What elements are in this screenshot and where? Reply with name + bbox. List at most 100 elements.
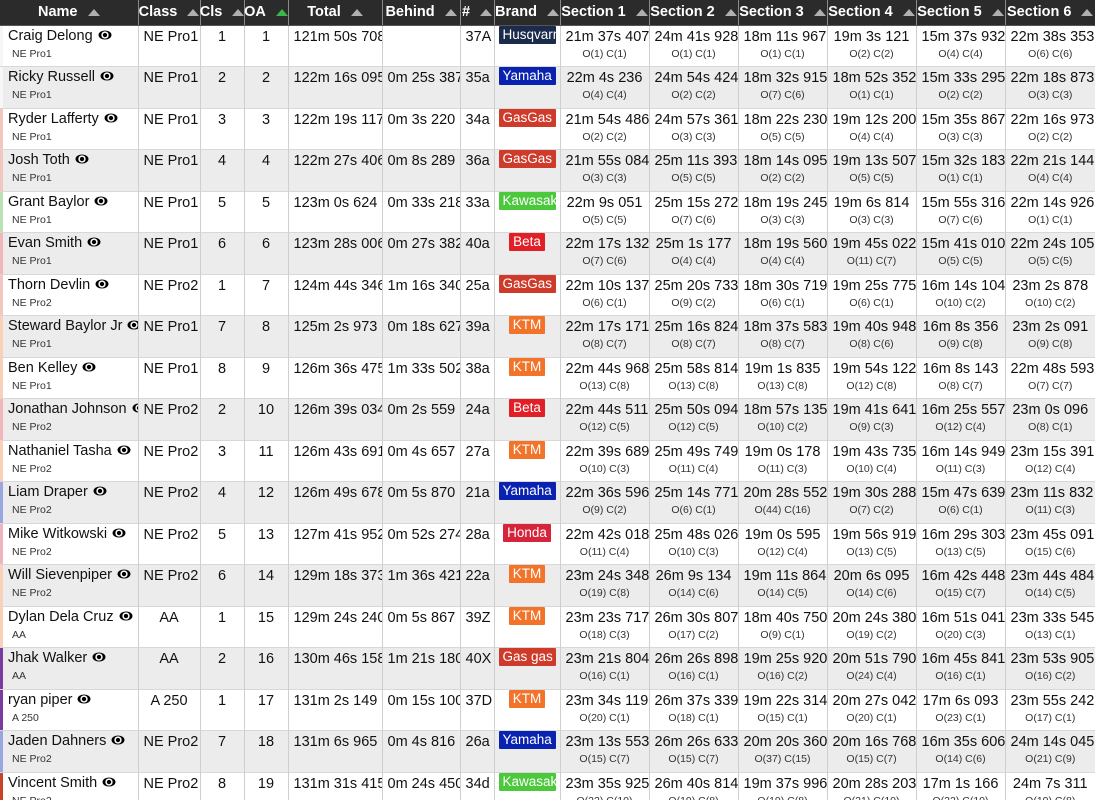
total-spacer (288, 628, 383, 648)
eye-icon[interactable] (77, 692, 91, 710)
column-header-behind[interactable]: Behind (382, 0, 461, 26)
sort-ascending-icon[interactable] (546, 8, 559, 16)
rider-name-cell: Grant Baylor (0, 190, 139, 214)
class-spacer (138, 670, 201, 689)
eye-icon[interactable] (92, 650, 106, 668)
table-row[interactable]: Jaden Dahners NE Pro2 7 18 131m 6s 965 0m 4s … (0, 730, 1095, 753)
section-6-time-cell: 22m 38s 353 (1005, 24, 1095, 48)
table-row[interactable]: Ricky Russell NE Pro1 2 2 122m 16s 095 0m 25s… (0, 66, 1095, 89)
sort-ascending-icon[interactable] (350, 8, 363, 16)
eye-icon[interactable] (117, 567, 131, 585)
table-row[interactable]: Ryder Lafferty NE Pro1 3 3 122m 19s 117 0m 3s… (0, 107, 1095, 131)
column-header-sec5[interactable]: Section 5 (916, 0, 1006, 26)
table-row[interactable]: Mike Witkowski NE Pro2 5 13 127m 41s 952 0m 5… (0, 522, 1095, 546)
number-spacer (460, 545, 495, 565)
column-header-sec1[interactable]: Section 1 (560, 0, 650, 26)
column-header-cls[interactable]: Cls (200, 0, 245, 26)
table-row[interactable]: Ben Kelley NE Pro1 8 9 126m 36s 475 1m 33s 50… (0, 356, 1095, 380)
column-header-sec2[interactable]: Section 2 (649, 0, 739, 26)
overall-position-cell: 17 (244, 688, 289, 712)
brand-cell: Gas gas (494, 647, 561, 670)
brand-badge: Yamaha (498, 731, 556, 749)
rider-name: Josh Toth (8, 152, 70, 168)
cls-spacer (200, 89, 245, 108)
eye-icon[interactable] (112, 526, 126, 544)
section-2-position-cell: O(4) C(4) (649, 255, 739, 274)
table-row[interactable]: Evan Smith NE Pro1 6 6 123m 28s 006 0m 27s 38… (0, 232, 1095, 255)
sort-ascending-icon[interactable] (991, 8, 1004, 16)
rider-class-cell: NE Pro1 (138, 315, 201, 338)
table-row[interactable]: Dylan Dela Cruz AA 1 15 129m 24s 240 0m 5s 86… (0, 605, 1095, 629)
column-header-oa[interactable]: OA (244, 0, 289, 26)
section-4-time-cell: 19m 6s 814 (827, 190, 917, 214)
column-header-total[interactable]: Total (288, 0, 383, 26)
section-3-time-cell: 20m 20s 360 (738, 730, 828, 753)
sort-ascending-icon[interactable] (902, 8, 915, 16)
table-row[interactable]: Thorn Devlin NE Pro2 1 7 124m 44s 346 1m 16s … (0, 273, 1095, 297)
table-row[interactable]: Grant Baylor NE Pro1 5 5 123m 0s 624 0m 33s 2… (0, 190, 1095, 214)
rider-name: Will Sievenpiper (8, 567, 112, 583)
eye-icon[interactable] (132, 401, 137, 419)
column-header-sec3[interactable]: Section 3 (738, 0, 828, 26)
table-row[interactable]: Vincent Smith NE Pro2 8 19 131m 31s 415 0m 24… (0, 771, 1095, 795)
table-row[interactable]: Jonathan Johnson NE Pro2 2 10 126m 39s 034 0m… (0, 398, 1095, 421)
eye-icon[interactable] (102, 775, 116, 793)
column-header-label: Section 4 (828, 4, 893, 21)
eye-icon[interactable] (127, 318, 137, 336)
sort-ascending-icon[interactable] (635, 8, 648, 16)
column-header-brand[interactable]: Brand (494, 0, 561, 26)
sort-ascending-icon[interactable] (724, 8, 737, 16)
eye-icon[interactable] (75, 152, 89, 170)
column-header-class[interactable]: Class (138, 0, 201, 26)
eye-icon[interactable] (94, 194, 108, 212)
total-time-cell: 124m 44s 346 (288, 273, 383, 297)
eye-icon[interactable] (98, 28, 112, 46)
table-row[interactable]: Steward Baylor Jr NE Pro1 7 8 125m 2s 973 0m … (0, 315, 1095, 338)
section-5-position-cell: O(13) C(5) (916, 545, 1006, 565)
column-header-sec4[interactable]: Section 4 (827, 0, 917, 26)
table-row[interactable]: Liam Draper NE Pro2 4 12 126m 49s 678 0m 5s 8… (0, 481, 1095, 504)
oa-spacer (244, 338, 289, 357)
section-5-time-cell: 16m 8s 143 (916, 356, 1006, 380)
section-1-position-cell: O(10) C(3) (560, 462, 650, 482)
sort-ascending-icon[interactable] (275, 8, 288, 16)
rider-name: Liam Draper (8, 484, 88, 500)
sort-ascending-icon[interactable] (187, 8, 200, 16)
eye-icon[interactable] (111, 733, 125, 751)
column-header-sec6[interactable]: Section 6 (1005, 0, 1095, 26)
eye-icon[interactable] (93, 484, 107, 502)
eye-icon[interactable] (119, 609, 133, 627)
section-2-position-cell: O(7) C(6) (649, 213, 739, 233)
table-row[interactable]: Nathaniel Tasha NE Pro2 3 11 126m 43s 691 0m … (0, 439, 1095, 463)
table-row[interactable]: ryan piper A 250 1 17 131m 2s 149 0m 15s 100 3… (0, 688, 1095, 712)
rider-name-cell: Evan Smith (0, 232, 139, 255)
section-6-time-cell: 22m 21s 144 (1005, 149, 1095, 172)
sort-ascending-icon[interactable] (87, 8, 100, 16)
eye-icon[interactable] (87, 235, 101, 253)
table-row[interactable]: Jhak Walker AA 2 16 130m 46s 158 1m 21s 180 40… (0, 647, 1095, 670)
table-row[interactable]: Will Sievenpiper NE Pro2 6 14 129m 18s 373 1m… (0, 564, 1095, 587)
eye-icon[interactable] (100, 69, 114, 87)
eye-icon[interactable] (82, 360, 96, 378)
column-header-name[interactable]: Name (0, 0, 139, 26)
sort-ascending-icon[interactable] (480, 8, 493, 16)
section-1-time-cell: 22m 44s 511 (560, 398, 650, 421)
table-row[interactable]: Craig Delong NE Pro1 1 1 121m 50s 708 37A Husq… (0, 24, 1095, 48)
sort-ascending-icon[interactable] (813, 8, 826, 16)
eye-icon[interactable] (117, 443, 131, 461)
eye-icon[interactable] (95, 277, 109, 295)
column-header-number[interactable]: # (460, 0, 495, 26)
sort-ascending-icon[interactable] (1081, 8, 1094, 16)
class-spacer (138, 711, 201, 731)
eye-icon[interactable] (104, 111, 118, 129)
section-3-position-cell: O(8) C(7) (738, 338, 828, 357)
sort-ascending-icon[interactable] (232, 8, 245, 16)
section-4-position-cell: O(5) C(5) (827, 172, 917, 191)
column-header-label: OA (244, 4, 266, 21)
section-4-position-cell: O(21) C(10) (827, 794, 917, 800)
brand-cell: Kawasaki (494, 771, 561, 795)
table-row[interactable]: Josh Toth NE Pro1 4 4 122m 27s 406 0m 8s 289 3… (0, 149, 1095, 172)
brand-badge: GasGas (498, 108, 556, 127)
section-2-position-cell: O(15) C(7) (649, 753, 739, 772)
sort-ascending-icon[interactable] (444, 8, 457, 16)
